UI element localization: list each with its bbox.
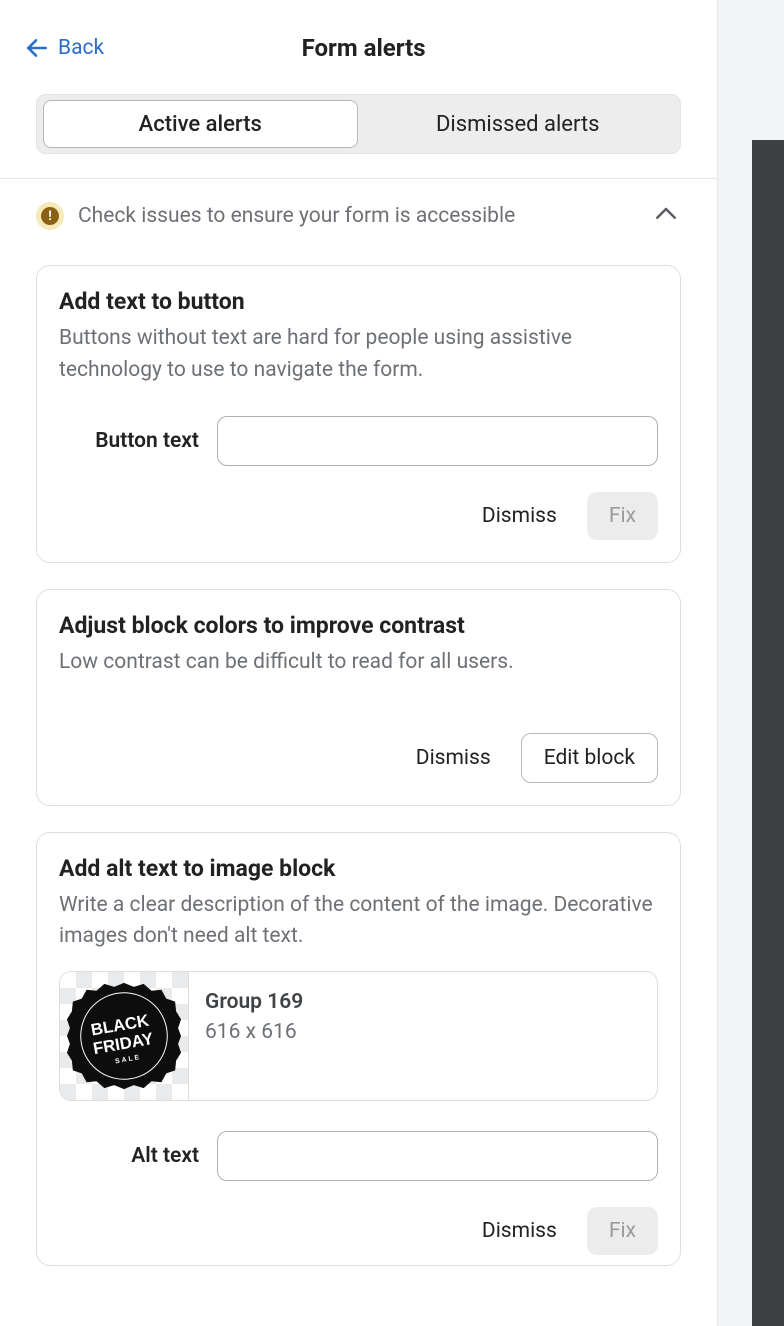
right-dark-strip	[752, 140, 784, 1326]
panel-header: Back Form alerts	[0, 0, 717, 86]
chevron-up-icon[interactable]	[651, 199, 681, 233]
dismiss-button[interactable]: Dismiss	[476, 494, 563, 538]
fix-button[interactable]: Fix	[587, 1207, 658, 1255]
dismiss-button[interactable]: Dismiss	[476, 1209, 563, 1253]
dismiss-button[interactable]: Dismiss	[410, 736, 497, 780]
tab-active-alerts[interactable]: Active alerts	[43, 100, 358, 148]
image-preview-card: BLACK FRIDAY SALE Group 169 616 x 616	[59, 971, 658, 1101]
alert-card-actions: Dismiss Edit block	[59, 733, 658, 783]
button-text-input[interactable]	[217, 416, 658, 466]
alert-card-add-text-to-button: Add text to button Buttons without text …	[36, 265, 681, 563]
warning-icon: !	[36, 202, 64, 230]
alert-card-description: Write a clear description of the content…	[59, 890, 658, 953]
image-filename: Group 169	[205, 990, 641, 1014]
image-meta: Group 169 616 x 616	[188, 972, 657, 1100]
alert-card-title: Adjust block colors to improve contrast	[59, 612, 658, 639]
tab-dismissed-alerts[interactable]: Dismissed alerts	[362, 100, 675, 148]
button-text-label: Button text	[59, 429, 199, 453]
alert-card-title: Add alt text to image block	[59, 855, 658, 882]
alert-card-actions: Dismiss Fix	[59, 1207, 658, 1255]
alert-card-add-alt-text: Add alt text to image block Write a clea…	[36, 832, 681, 1266]
black-friday-badge-icon: BLACK FRIDAY SALE	[65, 977, 183, 1095]
alert-card-title: Add text to button	[59, 288, 658, 315]
button-text-field-row: Button text	[59, 416, 658, 466]
alert-card-adjust-contrast: Adjust block colors to improve contrast …	[36, 589, 681, 806]
image-dimensions: 616 x 616	[205, 1020, 641, 1044]
form-alerts-panel: Back Form alerts Active alerts Dismissed…	[0, 0, 718, 1326]
image-thumbnail: BLACK FRIDAY SALE	[60, 972, 188, 1100]
alert-card-actions: Dismiss Fix	[59, 492, 658, 540]
alert-card-description: Low contrast can be difficult to read fo…	[59, 647, 658, 679]
alt-text-input[interactable]	[217, 1131, 658, 1181]
page-title: Form alerts	[34, 34, 693, 62]
fix-button[interactable]: Fix	[587, 492, 658, 540]
accessibility-banner-text: Check issues to ensure your form is acce…	[78, 204, 637, 228]
edit-block-button[interactable]: Edit block	[521, 733, 658, 783]
alert-card-description: Buttons without text are hard for people…	[59, 323, 658, 386]
accessibility-banner[interactable]: ! Check issues to ensure your form is ac…	[0, 179, 717, 253]
alt-text-label: Alt text	[59, 1144, 199, 1168]
alt-text-field-row: Alt text	[59, 1131, 658, 1181]
tabs: Active alerts Dismissed alerts	[36, 94, 681, 154]
